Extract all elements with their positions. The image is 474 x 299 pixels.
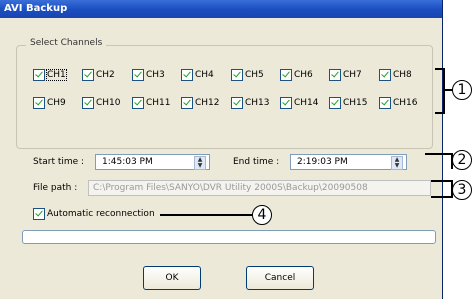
end-time-label: End time : — [233, 157, 280, 167]
callout-1-label: 1 — [457, 82, 467, 98]
checkbox-icon — [181, 69, 193, 81]
spin-updown-icon[interactable]: ▲ ▼ — [194, 156, 206, 170]
cancel-button-label: Cancel — [264, 273, 296, 283]
channel-label: CH12 — [195, 98, 220, 108]
callout-2-marker: 2 — [452, 150, 472, 170]
channel-checkbox-ch11[interactable]: CH11 — [132, 97, 171, 109]
callout-line-4 — [160, 214, 252, 216]
channel-checkbox-ch8[interactable]: CH8 — [379, 69, 412, 81]
channel-checkbox-ch12[interactable]: CH12 — [181, 97, 220, 109]
channel-label: CH11 — [146, 98, 171, 108]
channel-checkbox-ch9[interactable]: CH9 — [33, 97, 66, 109]
spin-updown-icon[interactable]: ▲ ▼ — [391, 156, 403, 170]
start-time-picker[interactable]: 1:45:03 PM ▲ ▼ — [95, 154, 210, 170]
channel-label: CH5 — [245, 70, 264, 80]
channel-checkbox-ch1[interactable]: CH1 — [33, 69, 67, 81]
channel-label: CH6 — [294, 70, 313, 80]
channel-checkbox-ch10[interactable]: CH10 — [82, 97, 121, 109]
automatic-reconnection-checkbox[interactable]: Automatic reconnection — [33, 208, 155, 220]
callout-bracket-1 — [435, 68, 445, 114]
channel-label: CH3 — [146, 70, 165, 80]
checkbox-icon — [33, 69, 45, 81]
callout-2-label: 2 — [457, 152, 467, 168]
channel-checkbox-ch7[interactable]: CH7 — [329, 69, 362, 81]
checkbox-icon — [33, 97, 45, 109]
channel-checkbox-ch15[interactable]: CH15 — [329, 97, 368, 109]
checkbox-icon — [280, 97, 292, 109]
callout-bracket-2 — [425, 153, 453, 169]
file-path-label: File path : — [33, 183, 78, 193]
channel-label: CH9 — [47, 98, 66, 108]
checkbox-icon — [33, 208, 45, 220]
callout-1-marker: 1 — [452, 80, 472, 100]
callout-3-label: 3 — [457, 182, 467, 198]
channel-checkbox-ch13[interactable]: CH13 — [231, 97, 270, 109]
channel-checkbox-ch14[interactable]: CH14 — [280, 97, 319, 109]
channel-checkbox-ch6[interactable]: CH6 — [280, 69, 313, 81]
select-channels-group — [16, 45, 433, 149]
checkbox-icon — [82, 69, 94, 81]
progress-bar — [22, 230, 436, 244]
automatic-reconnection-label: Automatic reconnection — [47, 209, 155, 219]
checkbox-icon — [82, 97, 94, 109]
title-bar: AVI Backup — [0, 0, 442, 18]
end-time-value: 2:19:03 PM — [297, 157, 348, 167]
start-time-label: Start time : — [33, 157, 85, 167]
channel-label: CH13 — [245, 98, 270, 108]
checkbox-icon — [132, 97, 144, 109]
callout-4-marker: 4 — [252, 205, 272, 225]
checkbox-icon — [329, 97, 341, 109]
file-path-field: C:\Program Files\SANYO\DVR Utility 2000S… — [88, 180, 431, 196]
checkbox-icon — [379, 69, 391, 81]
checkbox-icon — [181, 97, 193, 109]
checkbox-icon — [329, 69, 341, 81]
cancel-button[interactable]: Cancel — [246, 266, 314, 290]
channel-label: CH16 — [393, 98, 418, 108]
callout-3-marker: 3 — [452, 180, 472, 200]
callout-bracket-3 — [431, 180, 453, 198]
channel-checkbox-ch4[interactable]: CH4 — [181, 69, 214, 81]
checkbox-icon — [280, 69, 292, 81]
channel-label: CH8 — [393, 70, 412, 80]
end-time-picker[interactable]: 2:19:03 PM ▲ ▼ — [290, 154, 407, 170]
channel-label: CH7 — [343, 70, 362, 80]
file-path-value: C:\Program Files\SANYO\DVR Utility 2000S… — [93, 183, 368, 193]
checkbox-icon — [231, 69, 243, 81]
channel-label: CH14 — [294, 98, 319, 108]
channel-label: CH10 — [96, 98, 121, 108]
channel-checkbox-ch3[interactable]: CH3 — [132, 69, 165, 81]
window-title: AVI Backup — [4, 3, 68, 14]
checkbox-icon — [379, 97, 391, 109]
ok-button-label: OK — [165, 273, 179, 283]
channel-label: CH4 — [195, 70, 214, 80]
channel-checkbox-ch5[interactable]: CH5 — [231, 69, 264, 81]
ok-button[interactable]: OK — [143, 266, 201, 290]
avi-backup-dialog: AVI Backup Select Channels CH1 CH2 CH3 C… — [0, 0, 443, 299]
channel-label: CH1 — [46, 69, 67, 81]
start-time-value: 1:45:03 PM — [102, 157, 153, 167]
channel-label: CH15 — [343, 98, 368, 108]
select-channels-legend: Select Channels — [26, 38, 107, 48]
callout-line-1 — [443, 89, 452, 91]
channel-label: CH2 — [96, 70, 115, 80]
checkbox-icon — [231, 97, 243, 109]
callout-4-label: 4 — [257, 207, 267, 223]
checkbox-icon — [132, 69, 144, 81]
channel-checkbox-ch2[interactable]: CH2 — [82, 69, 115, 81]
channel-checkbox-ch16[interactable]: CH16 — [379, 97, 418, 109]
